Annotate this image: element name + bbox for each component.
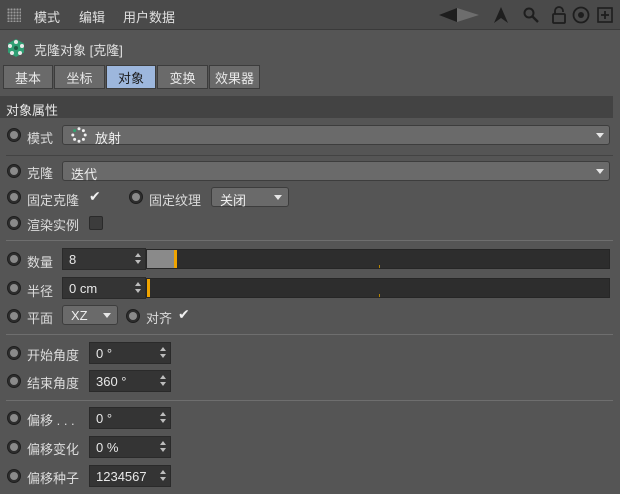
fix-clone-label: 固定克隆 — [27, 193, 80, 208]
stepper-icon[interactable] — [160, 441, 168, 453]
new-panel-icon[interactable] — [596, 5, 614, 25]
end-angle-field[interactable]: 360 ° — [89, 370, 171, 392]
clone-dropdown[interactable]: 迭代 — [62, 161, 610, 182]
cloner-icon — [6, 38, 26, 58]
mode-anim-dot[interactable] — [7, 128, 21, 142]
tab-transform[interactable]: 变换 — [157, 65, 208, 89]
start-angle-label: 开始角度 — [27, 348, 80, 363]
lock-icon[interactable] — [550, 5, 568, 25]
offset-seed-field[interactable]: 1234567 — [89, 465, 171, 487]
mode-dropdown[interactable]: 放射 — [62, 125, 610, 146]
stepper-icon[interactable] — [135, 253, 143, 265]
divider — [6, 240, 613, 241]
fix-texture-value: 关闭 — [220, 193, 247, 208]
radial-icon — [71, 127, 87, 143]
section-title: 对象属性 — [6, 103, 59, 118]
fix-texture-dropdown[interactable]: 关闭 — [211, 187, 289, 208]
start-angle-anim-dot[interactable] — [7, 346, 21, 360]
menubar: 模式 编辑 用户数据 — [0, 0, 620, 30]
tab-object[interactable]: 对象 — [106, 65, 156, 89]
menu-edit[interactable]: 编辑 — [79, 7, 105, 26]
radius-slider-knob[interactable] — [147, 279, 150, 297]
clone-anim-dot[interactable] — [7, 164, 21, 178]
plane-dropdown[interactable]: XZ — [62, 305, 118, 325]
clone-label: 克隆 — [27, 166, 54, 181]
start-angle-value: 0 ° — [96, 346, 113, 361]
divider — [6, 155, 613, 156]
tab-basic[interactable]: 基本 — [3, 65, 53, 89]
render-instances-checkbox[interactable] — [89, 216, 103, 230]
stepper-icon[interactable] — [160, 412, 168, 424]
align-anim-dot[interactable] — [126, 309, 140, 323]
count-slider-knob[interactable] — [174, 250, 177, 268]
chevron-down-icon — [596, 169, 604, 174]
count-label: 数量 — [27, 255, 54, 270]
back-arrow-icon[interactable] — [436, 5, 482, 25]
offset-label: 偏移 . . . — [27, 413, 75, 428]
end-angle-anim-dot[interactable] — [7, 374, 21, 388]
offset-variation-anim-dot[interactable] — [7, 440, 21, 454]
end-angle-label: 结束角度 — [27, 376, 80, 391]
count-slider[interactable] — [146, 249, 610, 269]
end-angle-value: 360 ° — [96, 374, 127, 389]
target-icon[interactable] — [572, 5, 590, 25]
radius-value: 0 cm — [69, 281, 98, 296]
count-anim-dot[interactable] — [7, 252, 21, 266]
stepper-icon[interactable] — [160, 347, 168, 359]
count-field[interactable]: 8 — [62, 248, 146, 270]
slider-tick — [379, 294, 380, 297]
offset-value: 0 ° — [96, 411, 113, 426]
section-header — [0, 96, 613, 118]
offset-anim-dot[interactable] — [7, 411, 21, 425]
chevron-down-icon — [103, 313, 111, 318]
radius-anim-dot[interactable] — [7, 281, 21, 295]
plane-value: XZ — [71, 308, 88, 323]
radius-field[interactable]: 0 cm — [62, 277, 146, 299]
tab-effectors[interactable]: 效果器 — [209, 65, 260, 89]
offset-seed-value: 1234567 — [96, 469, 147, 484]
divider — [6, 334, 613, 335]
slider-tick — [379, 265, 380, 268]
object-title: 克隆对象 [克隆] — [34, 43, 123, 58]
offset-variation-label: 偏移变化 — [27, 442, 80, 457]
stepper-icon[interactable] — [135, 282, 143, 294]
radius-slider[interactable] — [146, 278, 610, 298]
offset-seed-anim-dot[interactable] — [7, 469, 21, 483]
chevron-down-icon — [274, 195, 282, 200]
offset-variation-field[interactable]: 0 % — [89, 436, 171, 458]
cursor-icon[interactable] — [492, 5, 510, 25]
menu-user-data[interactable]: 用户数据 — [123, 7, 175, 26]
offset-variation-value: 0 % — [96, 440, 119, 455]
render-instances-label: 渲染实例 — [27, 218, 80, 233]
offset-seed-label: 偏移种子 — [27, 471, 80, 486]
search-icon[interactable] — [522, 5, 540, 25]
mode-value: 放射 — [95, 131, 122, 146]
stepper-icon[interactable] — [160, 375, 168, 387]
align-label: 对齐 — [146, 311, 173, 326]
plane-label: 平面 — [27, 311, 54, 326]
check-icon: ✔ — [89, 188, 101, 204]
clone-value: 迭代 — [71, 167, 98, 182]
grip-icon[interactable] — [7, 8, 21, 22]
offset-field[interactable]: 0 ° — [89, 407, 171, 429]
start-angle-field[interactable]: 0 ° — [89, 342, 171, 364]
plane-anim-dot[interactable] — [7, 309, 21, 323]
stepper-icon[interactable] — [160, 470, 168, 482]
fix-texture-label: 固定纹理 — [149, 193, 202, 208]
count-value: 8 — [69, 252, 77, 267]
fix-clone-checkbox[interactable]: ✔ — [88, 189, 104, 205]
fix-clone-anim-dot[interactable] — [7, 190, 21, 204]
align-checkbox[interactable]: ✔ — [177, 307, 193, 323]
count-slider-fill — [147, 250, 175, 268]
fix-texture-anim-dot[interactable] — [129, 190, 143, 204]
check-icon: ✔ — [178, 306, 190, 322]
chevron-down-icon — [596, 133, 604, 138]
radius-label: 半径 — [27, 284, 54, 299]
tab-coord[interactable]: 坐标 — [54, 65, 105, 89]
mode-label: 模式 — [27, 131, 54, 146]
divider — [6, 400, 613, 401]
render-instances-anim-dot[interactable] — [7, 216, 21, 230]
menu-mode[interactable]: 模式 — [34, 7, 60, 26]
